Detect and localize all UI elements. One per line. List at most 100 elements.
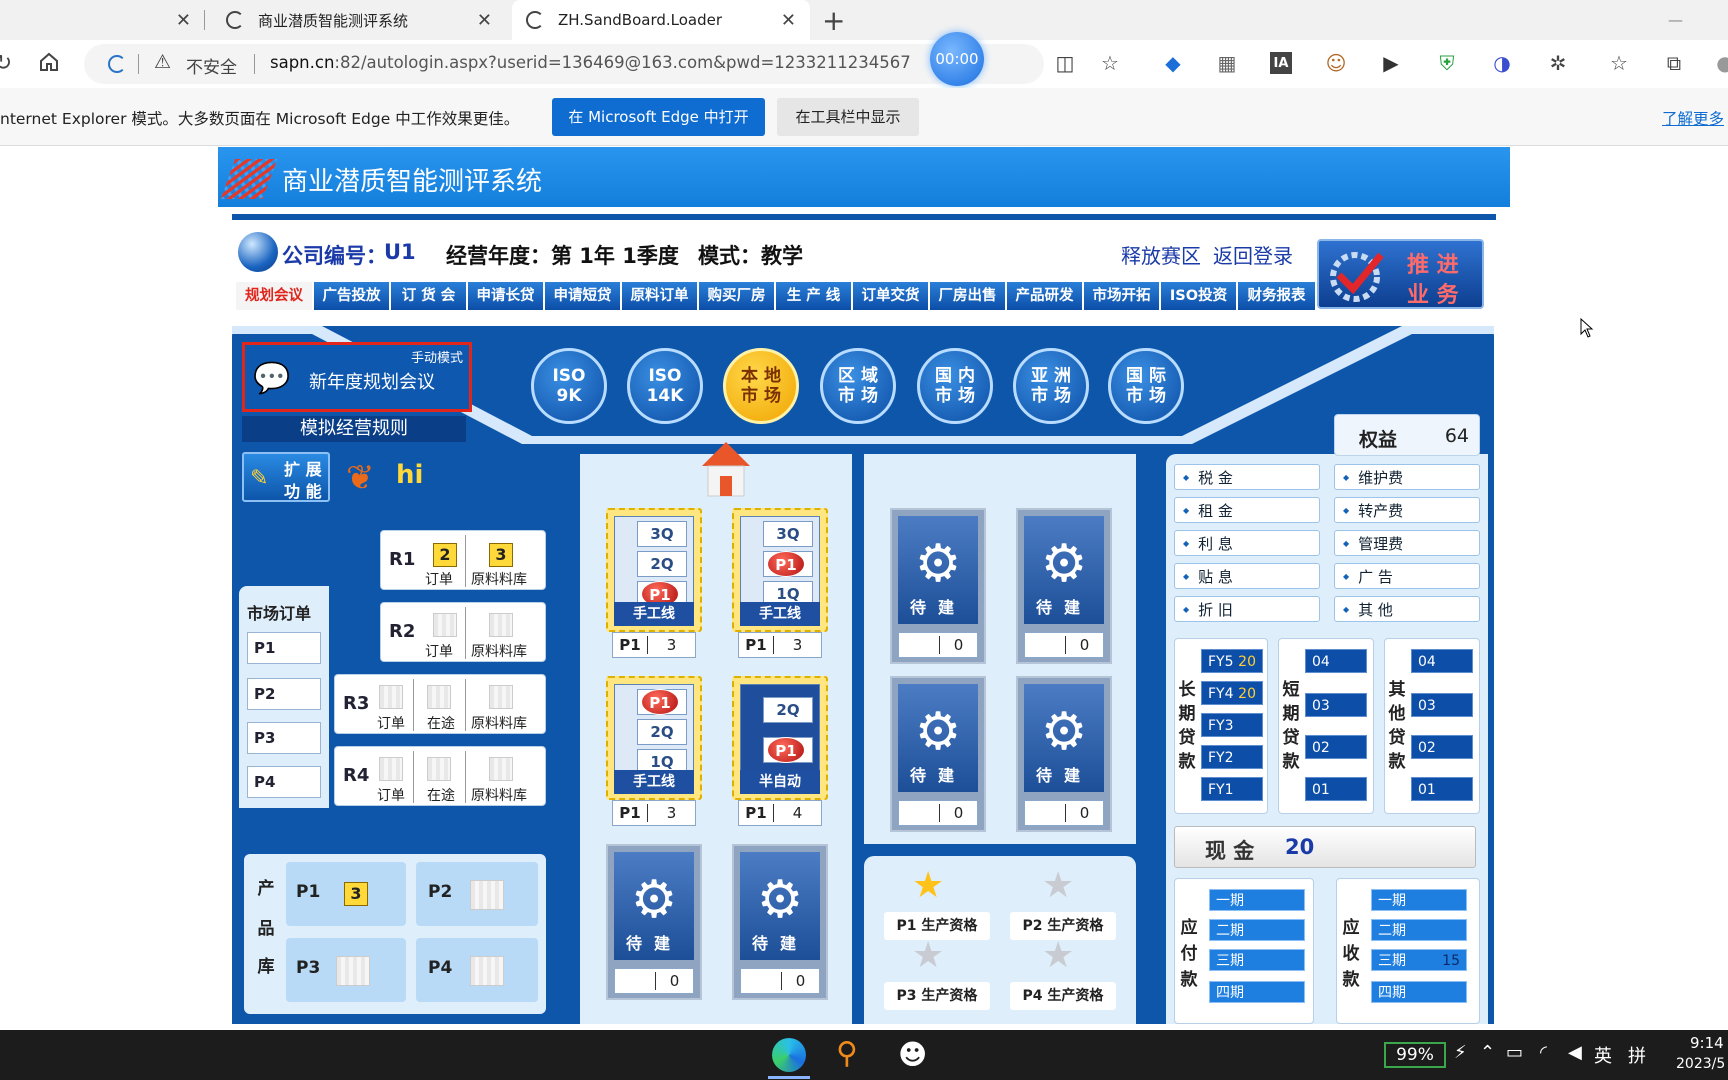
store-p2[interactable]: P2 (416, 862, 538, 926)
other-loan-01[interactable]: 01 (1411, 777, 1473, 801)
menu-ads[interactable]: 广告投放 (314, 282, 391, 310)
home-icon[interactable] (36, 49, 62, 75)
wifi-icon[interactable]: ◜ (1540, 1042, 1547, 1063)
refresh-icon[interactable]: ↻ (0, 50, 16, 76)
menu-market-dev[interactable]: 市场开拓 (1084, 282, 1161, 310)
loan-fy2[interactable]: FY2 (1201, 745, 1263, 769)
market-asia[interactable]: 亚 洲市 场 (1013, 348, 1089, 424)
tab-loader[interactable]: ZH.SandBoard.Loader ✕ (512, 0, 810, 40)
short-loan-03[interactable]: 03 (1305, 693, 1367, 717)
line-slot-5[interactable]: ⚙ 待建 0 (606, 844, 702, 1000)
menu-sell-plant[interactable]: 厂房出售 (930, 282, 1007, 310)
menu-rnd[interactable]: 产品研发 (1007, 282, 1084, 310)
material-r2[interactable]: R2 订单 原料料库 (380, 602, 546, 662)
loan-fy1[interactable]: FY1 (1201, 777, 1263, 801)
expense-advertising[interactable]: 广 告 (1334, 563, 1480, 589)
payable-term-3[interactable]: 三期 (1209, 949, 1305, 971)
back-login-link[interactable]: 返回登录 (1213, 240, 1293, 269)
clock-time[interactable]: 9:14 (1690, 1034, 1724, 1052)
market-regional[interactable]: 区 域市 场 (820, 348, 896, 424)
ime-language[interactable]: 英 (1594, 1042, 1612, 1068)
other-loan-04[interactable]: 04 (1411, 649, 1473, 673)
line-slot-9[interactable]: ⚙ 待建 0 (890, 676, 986, 832)
receivable-term-4[interactable]: 四期 (1371, 981, 1467, 1003)
line-slot-10[interactable]: ⚙ 待建 0 (1016, 676, 1112, 832)
extension-icon[interactable]: ▦ (1214, 50, 1240, 76)
battery-indicator[interactable]: 99% (1384, 1042, 1446, 1068)
expense-tax[interactable]: 税 金 (1174, 464, 1320, 490)
show-in-toolbar-button[interactable]: 在工具栏中显示 (777, 98, 919, 136)
minimize-button[interactable]: — (1668, 0, 1692, 40)
other-loan-02[interactable]: 02 (1411, 735, 1473, 759)
store-p4[interactable]: P4 (416, 938, 538, 1002)
receivable-term-1[interactable]: 一期 (1371, 889, 1467, 911)
menu-finance[interactable]: 财务报表 (1238, 282, 1315, 310)
collections-icon[interactable]: ⧉ (1661, 50, 1687, 76)
ie-mode-icon[interactable] (108, 55, 126, 73)
tab-app[interactable]: 商业潜质智能测评系统 ✕ (210, 0, 506, 40)
menu-order-meeting[interactable]: 订 货 会 (391, 282, 468, 310)
advance-button[interactable]: 推 进 业 务 (1317, 239, 1484, 309)
extend-button[interactable]: ✎ 扩 展 功 能 (242, 452, 330, 502)
menu-production-line[interactable]: 生 产 线 (776, 282, 853, 310)
payable-term-4[interactable]: 四期 (1209, 981, 1305, 1003)
search-taskbar-icon[interactable]: ⚲ (836, 1036, 858, 1071)
expense-rent[interactable]: 租 金 (1174, 497, 1320, 523)
security-label[interactable]: 不安全 (186, 53, 237, 78)
shield-check-icon[interactable]: ⛨ (1434, 50, 1460, 76)
qualification-p3[interactable]: P3 生产资格 (884, 982, 990, 1010)
qualification-p4[interactable]: P4 生产资格 (1010, 982, 1116, 1010)
payable-term-1[interactable]: 一期 (1209, 889, 1305, 911)
plug-icon[interactable]: ⚡ (1454, 1042, 1467, 1063)
new-tab-button[interactable]: + (822, 0, 862, 40)
expense-management[interactable]: 管理费 (1334, 530, 1480, 556)
short-loan-01[interactable]: 01 (1305, 777, 1367, 801)
favorite-add-icon[interactable]: ☆ (1097, 50, 1123, 76)
warning-icon[interactable]: ⚠ (154, 51, 171, 73)
hi-text[interactable]: hi (396, 460, 423, 490)
split-screen-icon[interactable]: ◫ (1052, 50, 1078, 76)
market-iso14k[interactable]: ISO 14K (627, 348, 703, 424)
menu-material-order[interactable]: 原料订单 (622, 282, 699, 310)
volume-icon[interactable]: ◀ (1568, 1042, 1582, 1063)
menu-delivery[interactable]: 订单交货 (853, 282, 930, 310)
release-link[interactable]: 释放赛区 (1121, 240, 1201, 269)
battery-icon[interactable]: ▭ (1506, 1042, 1523, 1063)
expense-maintenance[interactable]: 维护费 (1334, 464, 1480, 490)
menu-long-loan[interactable]: 申请长贷 (468, 282, 545, 310)
market-international[interactable]: 国 际市 场 (1108, 348, 1184, 424)
store-p1[interactable]: P1 3 (286, 862, 406, 926)
line-4[interactable]: 2Q P1 半自动 (732, 676, 828, 800)
market-local[interactable]: 本 地市 场 (723, 348, 799, 424)
other-loan-03[interactable]: 03 (1411, 693, 1473, 717)
qq-taskbar-icon[interactable]: ☻ (898, 1038, 927, 1071)
market-order-p3[interactable]: P3 (247, 722, 321, 754)
tab-prev-fragment[interactable]: ✕ (0, 0, 205, 40)
close-icon[interactable]: ✕ (176, 10, 191, 31)
extensions-puzzle-icon[interactable]: ✲ (1545, 50, 1571, 76)
expense-conversion[interactable]: 转产费 (1334, 497, 1480, 523)
close-icon[interactable]: ✕ (781, 10, 796, 31)
ime-mode[interactable]: 拼 (1628, 1042, 1646, 1068)
learn-more-link[interactable]: 了解更多 (1662, 107, 1724, 129)
loan-fy4[interactable]: FY4 20 (1201, 681, 1263, 705)
qualification-p1[interactable]: P1 生产资格 (884, 912, 990, 940)
menu-iso[interactable]: ISO投资 (1161, 282, 1238, 310)
close-icon[interactable]: ✕ (477, 10, 492, 31)
material-r4[interactable]: R4 订单 在途 原料料库 (334, 746, 546, 806)
market-order-p1[interactable]: P1 (247, 632, 321, 664)
short-loan-02[interactable]: 02 (1305, 735, 1367, 759)
market-order-p2[interactable]: P2 (247, 678, 321, 710)
edge-taskbar-icon[interactable] (772, 1038, 806, 1072)
expense-other[interactable]: 其 他 (1334, 596, 1480, 622)
loan-fy5[interactable]: FY5 20 (1201, 649, 1263, 673)
loan-fy3[interactable]: FY3 (1201, 713, 1263, 737)
material-r3[interactable]: R3 订单 在途 原料料库 (334, 674, 546, 734)
extension-swirl-icon[interactable]: ◑ (1489, 50, 1515, 76)
extension-shield-icon[interactable]: ◆ (1160, 50, 1186, 76)
market-domestic[interactable]: 国 内市 场 (917, 348, 993, 424)
meeting-box[interactable]: 手动模式 💬 新年度规划会议 (242, 342, 472, 412)
extension-face-icon[interactable]: ☺ (1323, 50, 1349, 76)
rules-button[interactable]: 模拟经营规则 (242, 416, 466, 442)
expense-depreciation[interactable]: 折 旧 (1174, 596, 1320, 622)
